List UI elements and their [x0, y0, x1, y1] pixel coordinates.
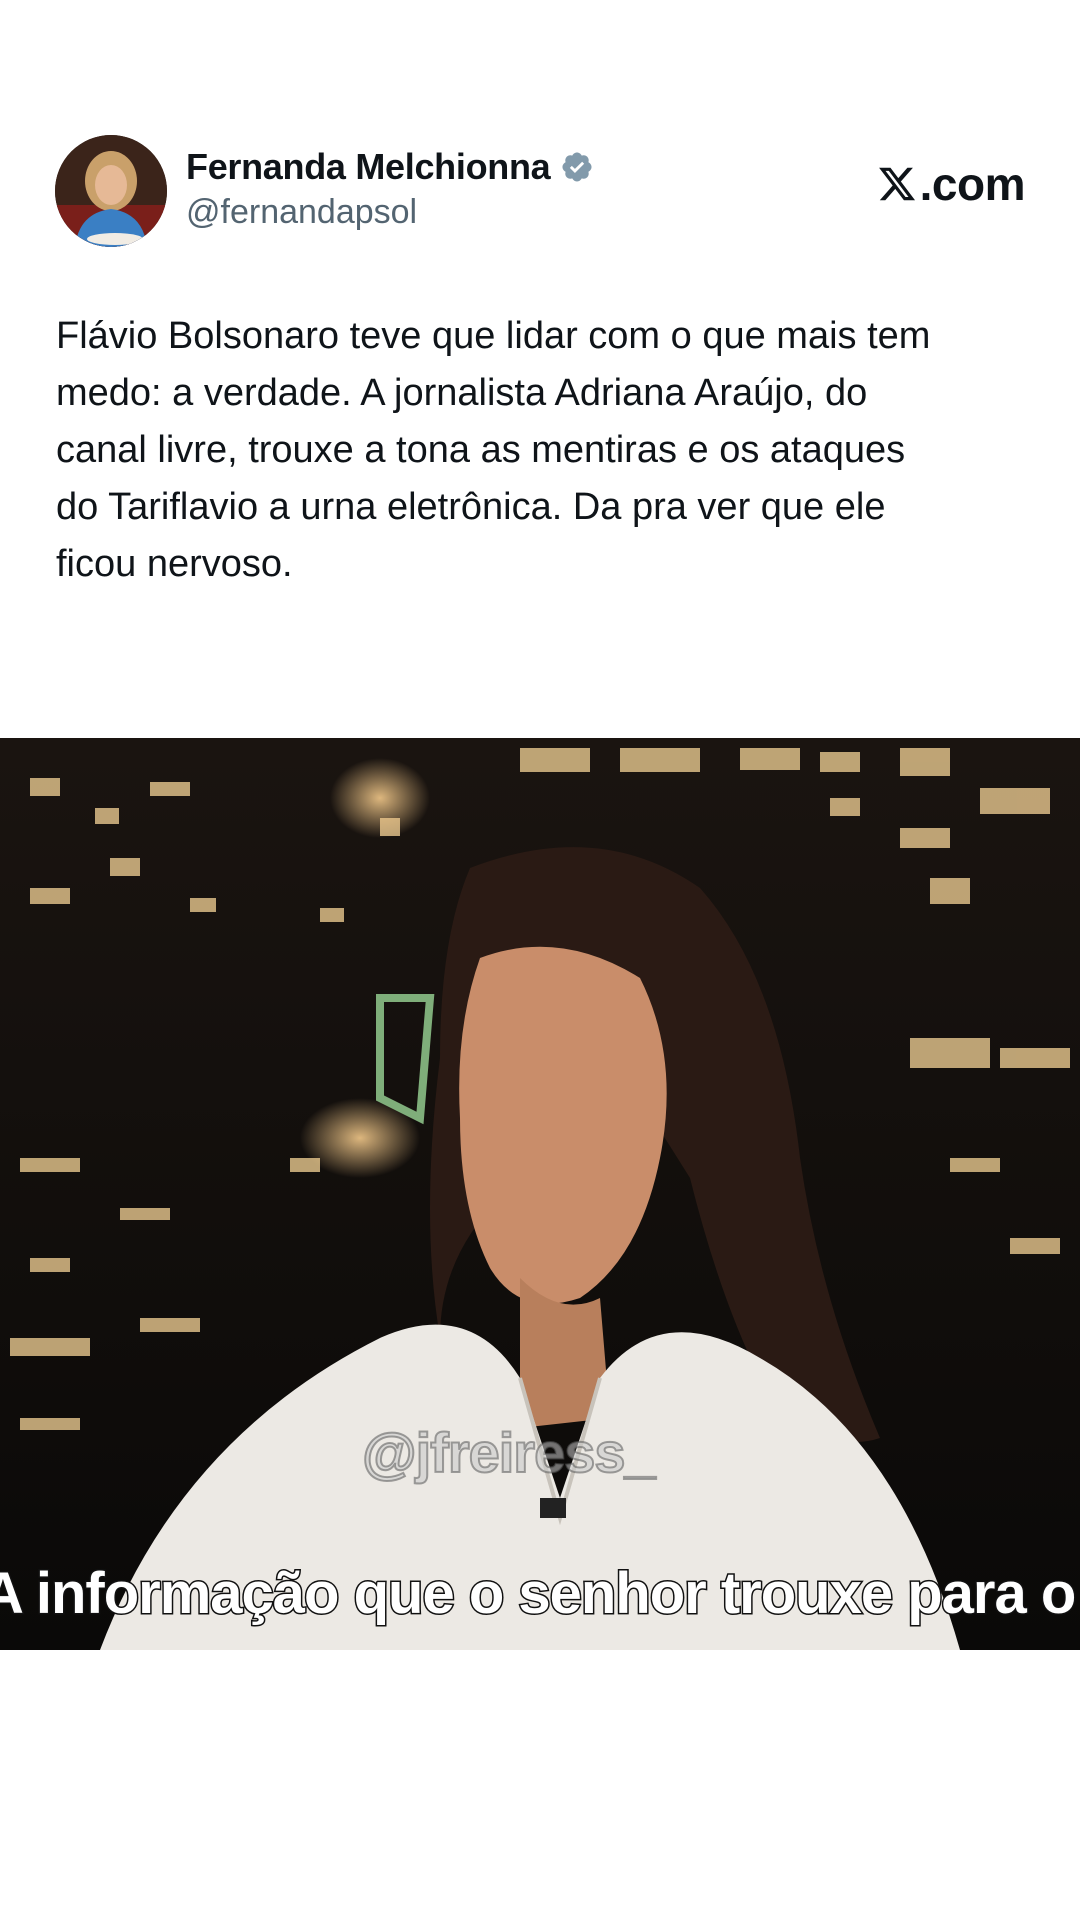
post-header: Fernanda Melchionna @fernandapsol .com	[55, 135, 1026, 250]
author-identity[interactable]: Fernanda Melchionna @fernandapsol	[186, 145, 594, 232]
x-brand-label: .com	[877, 157, 1026, 211]
author-handle[interactable]: @fernandapsol	[186, 193, 594, 232]
video-frame-image	[0, 738, 1080, 1650]
brand-domain-text: .com	[919, 158, 1026, 210]
video-watermark: @jfreiress_	[361, 1420, 657, 1485]
verified-badge-icon	[562, 152, 592, 182]
post-text: Flávio Bolsonaro teve que lidar com o qu…	[56, 315, 931, 585]
video-subtitle: A informação que o senhor trouxe para o	[0, 1560, 1078, 1628]
author-display-name[interactable]: Fernanda Melchionna	[186, 146, 551, 188]
avatar-photo	[55, 135, 167, 247]
x-logo-icon	[878, 167, 915, 201]
post-video[interactable]: @jfreiress_ A informação que o senhor tr…	[0, 738, 1080, 1650]
author-avatar[interactable]	[55, 135, 167, 247]
